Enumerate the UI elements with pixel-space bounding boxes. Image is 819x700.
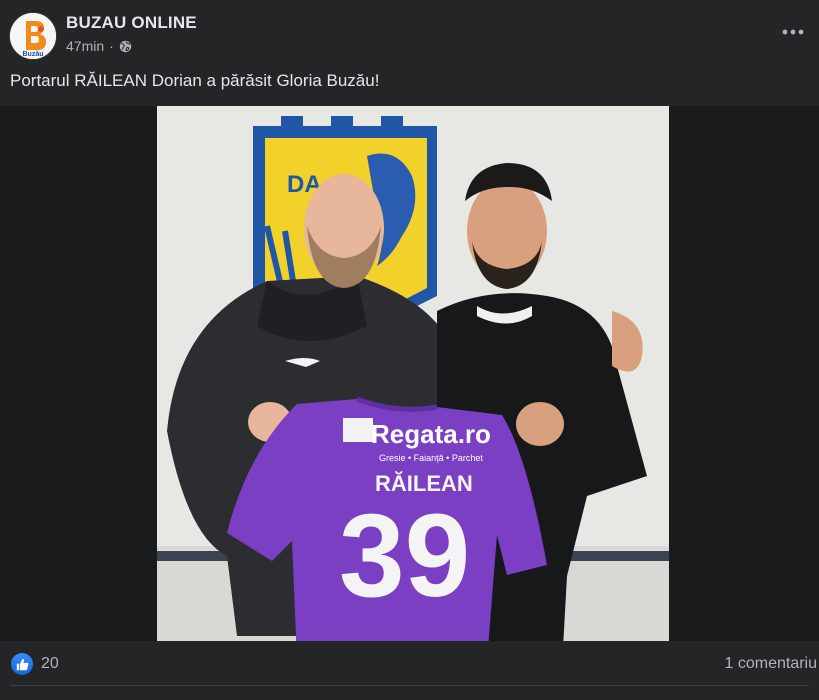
page-avatar[interactable]: Buzău — [9, 12, 57, 60]
post-caption: Portarul RĂILEAN Dorian a părăsit Gloria… — [10, 71, 380, 90]
like-thumb-icon — [11, 653, 33, 675]
page-name[interactable]: BUZAU ONLINE — [66, 13, 197, 33]
more-options-button[interactable] — [777, 18, 809, 46]
meta-separator: · — [109, 38, 114, 54]
post-time[interactable]: 47min — [66, 38, 104, 54]
reaction-count: 20 — [41, 655, 59, 672]
jersey-sponsor: Regata.ro — [371, 419, 491, 449]
jersey-sponsor-sub: Gresie • Faianță • Parchet — [379, 453, 483, 463]
post-photo[interactable]: DA Regata.ro Gresie • Faianță • Parchet … — [157, 106, 669, 641]
post-media[interactable]: DA Regata.ro Gresie • Faianță • Parchet … — [0, 106, 819, 641]
more-horizontal-icon — [782, 29, 804, 35]
globe-icon[interactable] — [119, 40, 132, 53]
reactions-summary[interactable]: 20 — [11, 653, 59, 675]
avatar-text: Buzău — [23, 51, 44, 58]
post-footer: 20 1 comentariu — [0, 641, 819, 689]
photo-illustration: DA Regata.ro Gresie • Faianță • Parchet … — [157, 106, 669, 641]
footer-divider — [10, 685, 809, 686]
post-meta: 47min · — [66, 38, 132, 54]
facebook-post: Buzău BUZAU ONLINE 47min · Portarul RĂIL… — [0, 0, 819, 700]
buzau-logo-icon: Buzău — [10, 13, 56, 59]
comments-count-link[interactable]: 1 comentariu — [725, 655, 818, 673]
jersey-number: 39 — [339, 490, 470, 622]
post-header: Buzău BUZAU ONLINE 47min · — [0, 0, 819, 66]
